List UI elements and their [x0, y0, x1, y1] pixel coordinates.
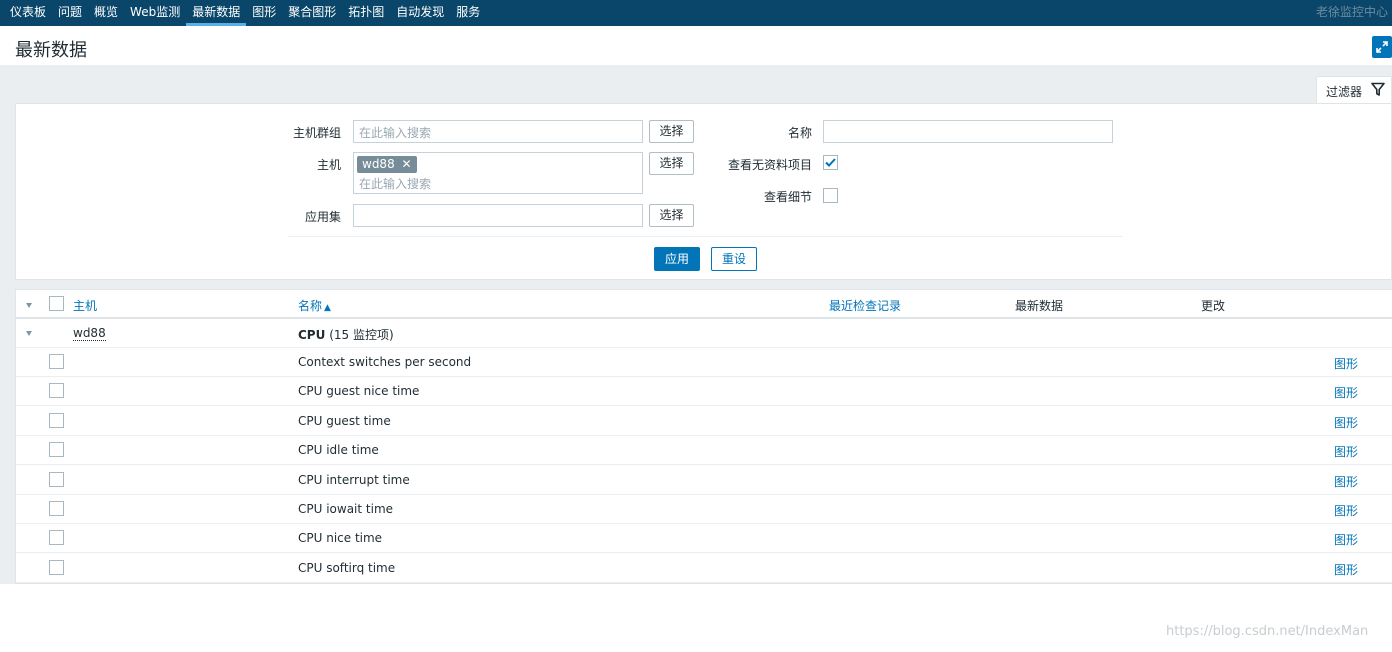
- row-checkbox[interactable]: [49, 412, 64, 428]
- application-input[interactable]: [353, 204, 643, 227]
- graph-link[interactable]: 图形: [1334, 443, 1358, 460]
- tag-remove-icon[interactable]: ✕: [402, 157, 412, 171]
- host-tag-label: wd88: [362, 157, 395, 171]
- filter-panel: 主机群组 在此输入搜索 选择 主机 wd88 ✕ 在此输入搜索 选择 应用集 选…: [15, 103, 1392, 280]
- column-change: 更改: [1201, 299, 1226, 313]
- row-checkbox[interactable]: [49, 471, 64, 487]
- collapse-group-icon[interactable]: [26, 331, 32, 336]
- graph-link[interactable]: 图形: [1334, 561, 1358, 578]
- nav-item[interactable]: 拓扑图: [342, 0, 390, 26]
- item-name: CPU guest nice time: [298, 384, 420, 399]
- table-row: Context switches per second 图形: [16, 348, 1392, 377]
- host-group-select-button[interactable]: 选择: [649, 120, 694, 143]
- filter-divider: [288, 236, 1122, 237]
- reset-button[interactable]: 重设: [711, 247, 757, 271]
- fullscreen-button[interactable]: [1372, 36, 1392, 58]
- table-row: CPU guest nice time 图形: [16, 377, 1392, 407]
- apply-button[interactable]: 应用: [654, 247, 700, 271]
- watermark: https://blog.csdn.net/IndexMan: [1166, 624, 1369, 639]
- group-application: CPU (15 监控项): [298, 326, 394, 343]
- column-last-value: 最新数据: [1015, 299, 1064, 313]
- graph-link[interactable]: 图形: [1334, 502, 1358, 519]
- table-row: CPU iowait time 图形: [16, 495, 1392, 524]
- nav-item[interactable]: 最新数据: [186, 0, 247, 26]
- host-tag: wd88 ✕: [357, 156, 417, 173]
- user-menu[interactable]: 老徐监控中心: [1316, 0, 1388, 24]
- row-checkbox[interactable]: [49, 530, 64, 546]
- graph-link[interactable]: 图形: [1334, 384, 1358, 401]
- host-group-input[interactable]: 在此输入搜索: [353, 120, 643, 143]
- table-header: 主机 名称 ▲ 最近检查记录 最新数据 更改: [16, 290, 1392, 319]
- nav-item[interactable]: 问题: [52, 0, 88, 26]
- item-name: CPU iowait time: [298, 502, 394, 516]
- nav-item[interactable]: Web监测: [124, 0, 186, 26]
- nav-item[interactable]: 仪表板: [4, 0, 52, 26]
- row-checkbox[interactable]: [49, 442, 64, 458]
- application-select-button[interactable]: 选择: [649, 204, 694, 227]
- name-label: 名称: [787, 126, 812, 140]
- app-root: 仪表板 问题 概览 Web监测 最新数据 图形 聚合图形 拓扑图 自动发现 服务 老徐监控中心 最…: [0, 0, 1392, 652]
- name-input[interactable]: [823, 120, 1113, 143]
- application-label: 应用集: [304, 210, 341, 224]
- filter-funnel-icon: [1371, 82, 1385, 96]
- latest-data-table: 主机 名称 ▲ 最近检查记录 最新数据 更改 wd88 CPU (15 监控项) …: [15, 289, 1392, 584]
- row-checkbox[interactable]: [49, 501, 64, 516]
- group-host-link[interactable]: wd88: [73, 326, 106, 341]
- item-name: CPU idle time: [298, 443, 379, 458]
- row-checkbox[interactable]: [49, 383, 64, 399]
- host-select-button[interactable]: 选择: [649, 152, 694, 175]
- group-row: wd88 CPU (15 监控项): [16, 319, 1392, 348]
- page-title: 最新数据: [15, 40, 87, 61]
- nav-item[interactable]: 图形: [246, 0, 282, 26]
- graph-link[interactable]: 图形: [1334, 414, 1358, 431]
- table-row: CPU interrupt time 图形: [16, 466, 1392, 495]
- item-name: CPU interrupt time: [298, 472, 410, 487]
- show-no-data-label: 查看无资料项目: [727, 158, 812, 172]
- collapse-all-icon[interactable]: [26, 303, 32, 308]
- filter-tab[interactable]: 过滤器: [1316, 76, 1392, 103]
- item-name: CPU nice time: [298, 531, 383, 546]
- item-name: CPU guest time: [298, 413, 391, 428]
- sort-ascending-icon: ▲: [324, 303, 331, 313]
- host-search-placeholder[interactable]: 在此输入搜索: [359, 175, 431, 192]
- show-details-checkbox[interactable]: [823, 188, 838, 203]
- group-app-name: CPU: [298, 328, 326, 342]
- table-row: CPU guest time 图形: [16, 407, 1392, 436]
- select-all-checkbox[interactable]: [49, 296, 64, 311]
- item-name: CPU softirq time: [298, 560, 396, 575]
- show-details-label: 查看细节: [763, 190, 812, 204]
- filter-tab-label: 过滤器: [1326, 85, 1363, 99]
- group-item-count: (15 监控项): [329, 328, 394, 342]
- table-row: CPU idle time 图形: [16, 436, 1392, 466]
- fullscreen-icon: [1376, 41, 1388, 53]
- nav-item[interactable]: 服务: [450, 0, 486, 26]
- checkmark-icon: [825, 158, 836, 167]
- main-menu: 仪表板 问题 概览 Web监测 最新数据 图形 聚合图形 拓扑图 自动发现 服务: [4, 0, 486, 26]
- column-last-check[interactable]: 最近检查记录: [829, 297, 901, 314]
- table-row: CPU softirq time 图形: [16, 554, 1392, 583]
- nav-item[interactable]: 聚合图形: [282, 0, 342, 26]
- graph-link[interactable]: 图形: [1334, 355, 1358, 372]
- nav-item[interactable]: 概览: [88, 0, 124, 26]
- graph-link[interactable]: 图形: [1334, 531, 1358, 548]
- item-name: Context switches per second: [298, 355, 472, 369]
- host-group-label: 主机群组: [292, 126, 341, 140]
- column-name[interactable]: 名称 ▲: [298, 297, 331, 314]
- show-no-data-checkbox[interactable]: [823, 155, 838, 170]
- row-checkbox[interactable]: [49, 559, 64, 575]
- host-multiselect[interactable]: wd88 ✕ 在此输入搜索: [353, 152, 643, 194]
- page-header: 最新数据: [0, 26, 1392, 66]
- row-checkbox[interactable]: [49, 354, 64, 369]
- host-label: 主机: [316, 158, 341, 172]
- graph-link[interactable]: 图形: [1334, 473, 1358, 490]
- top-navigation: 仪表板 问题 概览 Web监测 最新数据 图形 聚合图形 拓扑图 自动发现 服务 老徐监控中心: [0, 0, 1392, 26]
- table-row: CPU nice time 图形: [16, 524, 1392, 554]
- column-name-label: 名称: [298, 299, 323, 313]
- nav-item[interactable]: 自动发现: [390, 0, 450, 26]
- column-host[interactable]: 主机: [73, 297, 97, 314]
